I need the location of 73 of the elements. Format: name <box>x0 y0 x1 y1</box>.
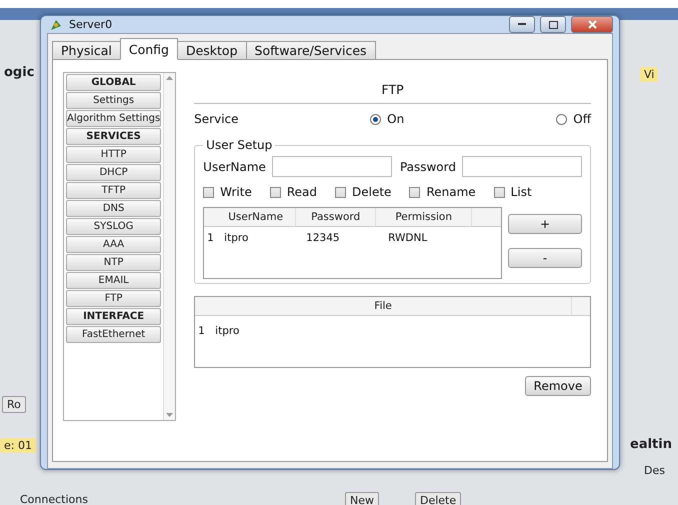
maximize-icon <box>548 20 558 28</box>
checkbox[interactable] <box>335 186 346 198</box>
column-header: Permission <box>376 208 472 226</box>
service-label: Service <box>194 112 240 126</box>
sidebar-item[interactable]: TFTP <box>66 182 162 199</box>
background-label: Connections <box>19 492 89 505</box>
checkbox-label: Read <box>286 185 318 199</box>
row-number: 1 <box>197 324 206 339</box>
minimize-button[interactable] <box>509 16 535 33</box>
background-label: ogic <box>3 64 36 81</box>
password-field[interactable] <box>462 156 582 177</box>
column-header: UserName <box>216 208 296 226</box>
tab[interactable]: Physical <box>52 41 121 60</box>
table-cell-text: itpro <box>214 324 240 339</box>
section-header[interactable]: GLOBAL <box>66 74 162 91</box>
sidebar-item[interactable]: SYSLOG <box>66 218 162 235</box>
field-label: Password <box>400 160 456 174</box>
row-number: 1 <box>206 231 215 246</box>
checkbox[interactable] <box>494 186 505 198</box>
sidebar-item[interactable]: FastEthernet <box>66 326 162 343</box>
table-cell-text: 12345 <box>305 231 341 246</box>
sidebar-item[interactable]: Settings <box>66 92 162 109</box>
sidebar-item[interactable]: DHCP <box>66 164 162 181</box>
column-header: Password <box>296 208 376 226</box>
background-button[interactable]: Delete <box>415 492 462 505</box>
server-icon <box>49 18 63 32</box>
background-button[interactable]: New <box>345 492 379 505</box>
table-cell-text: RWDNL <box>387 231 428 246</box>
sidebar-item[interactable]: EMAIL <box>66 272 162 289</box>
remove-button[interactable]: Remove <box>525 376 591 396</box>
checkbox[interactable] <box>203 186 214 198</box>
radio-button[interactable] <box>370 114 382 124</box>
scroll-up-icon[interactable] <box>166 76 174 80</box>
background-label: ealtin <box>629 436 673 453</box>
checkbox-label: Rename <box>426 185 476 199</box>
background-label: Vi <box>640 67 658 82</box>
checkbox-label: List <box>510 185 532 199</box>
sidebar-item[interactable]: Algorithm Settings <box>66 110 162 127</box>
sidebar-item[interactable]: NTP <box>66 254 162 271</box>
sidebar-item[interactable]: AAA <box>66 236 162 253</box>
username-field[interactable] <box>272 156 392 177</box>
sidebar-item[interactable]: FTP <box>66 290 162 307</box>
group-title: User Setup <box>205 138 274 152</box>
scrollbar[interactable] <box>163 73 176 420</box>
tab[interactable]: Software/Services <box>246 41 376 60</box>
tab[interactable]: Desktop <box>176 41 247 60</box>
scroll-down-icon[interactable] <box>166 413 174 417</box>
radio-button[interactable] <box>556 114 568 124</box>
sidebar-item[interactable]: DNS <box>66 200 162 217</box>
close-icon <box>588 20 596 29</box>
field-label: UserName <box>203 160 266 174</box>
add-user-button[interactable]: + <box>508 214 582 234</box>
maximize-button[interactable] <box>540 16 566 33</box>
checkbox[interactable] <box>270 186 281 198</box>
checkbox-label: Delete <box>352 185 392 199</box>
section-title: FTP <box>194 82 591 104</box>
column-header: File <box>195 297 572 315</box>
section-header[interactable]: INTERFACE <box>66 308 162 325</box>
minimize-icon <box>518 23 526 26</box>
close-button[interactable] <box>571 16 613 33</box>
remove-user-button[interactable]: - <box>508 248 582 268</box>
sidebar-item[interactable]: HTTP <box>66 146 162 163</box>
checkbox-label: Write <box>220 185 252 199</box>
radio-label: Off <box>573 112 591 126</box>
background-button[interactable]: Ro <box>2 396 26 413</box>
tab[interactable]: Config <box>120 38 178 60</box>
background-label: e: 01 <box>0 438 36 453</box>
window-title: Server0 <box>69 18 114 31</box>
section-header[interactable]: SERVICES <box>66 128 162 145</box>
table-cell-text: itpro <box>223 231 250 246</box>
checkbox[interactable] <box>409 186 420 198</box>
radio-label: On <box>387 112 404 126</box>
background-label: Des <box>643 463 666 478</box>
